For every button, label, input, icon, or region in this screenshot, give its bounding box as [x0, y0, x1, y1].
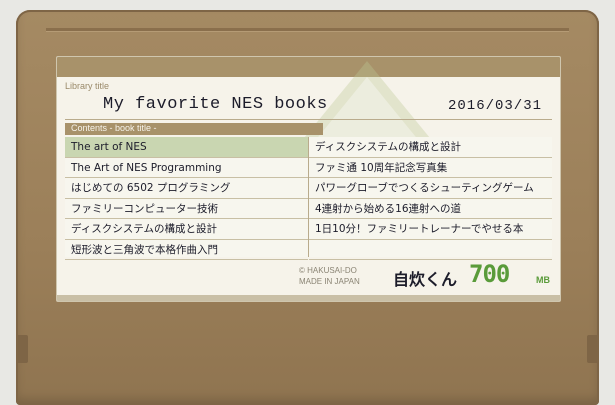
book-title: ファミリーコンピューター技術: [65, 199, 308, 219]
book-title: 4連射から始める16連射への道: [309, 199, 552, 219]
contents-column-right: ディスクシステムの構成と設計 ファミ通 10周年記念写真集 パワーグローブでつく…: [309, 137, 552, 260]
library-title-caption: Library title: [65, 81, 110, 91]
brand-name: 自炊くん: [393, 270, 458, 289]
book-title: The Art of NES Programming: [65, 158, 308, 178]
label-bottom-strip: [57, 295, 560, 301]
book-title: ディスクシステムの構成と設計: [309, 137, 552, 158]
cartridge-label: Library title My favorite NES books 2016…: [56, 56, 561, 302]
cartridge-lower-body: [16, 310, 599, 405]
cartridge-ridge: [46, 28, 569, 31]
book-title: ディスクシステムの構成と設計: [65, 219, 308, 240]
capacity-unit: MB: [536, 275, 550, 285]
contents-caption: Contents - book title -: [71, 123, 157, 133]
copyright-text: © HAKUSAI-DO MADE IN JAPAN: [299, 265, 360, 287]
copyright-line: MADE IN JAPAN: [299, 277, 360, 286]
book-title: 1日10分！ファミリートレーナーでやせる本: [309, 219, 552, 240]
copyright-line: © HAKUSAI-DO: [299, 266, 357, 275]
book-title: The art of NES: [65, 137, 308, 158]
book-title: ファミ通 10周年記念写真集: [309, 158, 552, 178]
contents-column-left: The art of NES The Art of NES Programmin…: [65, 137, 309, 260]
library-title-row: My favorite NES books 2016/03/31: [65, 91, 552, 120]
book-title: はじめての 6502 プログラミング: [65, 178, 308, 199]
cartridge-body: Library title My favorite NES books 2016…: [16, 10, 599, 405]
library-title: My favorite NES books: [103, 95, 328, 114]
contents-list: The art of NES The Art of NES Programmin…: [65, 137, 552, 260]
library-date: 2016/03/31: [447, 98, 542, 114]
capacity-value: 700: [469, 260, 510, 288]
book-title: パワーグローブでつくるシューティングゲーム: [309, 178, 552, 199]
contents-caption-bar: Contents - book title -: [65, 123, 323, 135]
book-title: 短形波と三角波で本格作曲入門: [65, 240, 308, 260]
book-title: [309, 240, 552, 260]
